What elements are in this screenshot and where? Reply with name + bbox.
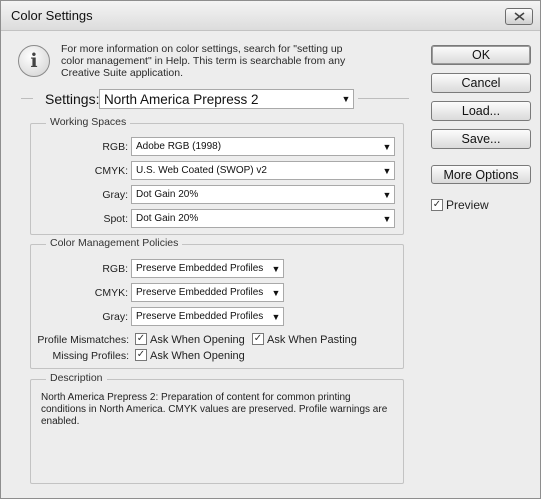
chevron-down-icon: ▼ [341, 94, 351, 104]
policy-cmyk-value: Preserve Embedded Profiles [136, 287, 264, 298]
window-title: Color Settings [11, 8, 93, 23]
policy-cmyk-dropdown[interactable]: Preserve Embedded Profiles ▼ [131, 283, 284, 302]
ws-cmyk-label: CMYK: [94, 165, 128, 177]
ws-gray-label: Gray: [102, 189, 128, 201]
ws-rgb-label: RGB: [102, 141, 128, 153]
mismatch-ask-pasting-checkbox[interactable]: ✓ [252, 333, 264, 345]
mismatch-ask-opening-checkbox[interactable]: ✓ [135, 333, 147, 345]
info-message: For more information on color settings, … [61, 43, 381, 79]
load-button[interactable]: Load... [431, 101, 531, 121]
working-spaces-title: Working Spaces [46, 116, 131, 128]
ws-gray-dropdown[interactable]: Dot Gain 20% ▼ [131, 185, 395, 204]
ws-spot-label: Spot: [103, 213, 128, 225]
settings-label: Settings: [45, 91, 100, 107]
ok-button[interactable]: OK [431, 45, 531, 65]
chevron-down-icon: ▼ [271, 287, 281, 298]
description-line: conditions in North America. CMYK values… [41, 404, 388, 415]
info-line: For more information on color settings, … [61, 43, 343, 55]
ws-cmyk-dropdown[interactable]: U.S. Web Coated (SWOP) v2 ▼ [131, 161, 395, 180]
description-line: enabled. [41, 416, 80, 427]
info-icon: i [18, 45, 50, 77]
checkmark-icon: ✓ [253, 333, 263, 344]
preview-checkbox[interactable]: ✓ [431, 199, 443, 211]
missing-ask-opening-label: Ask When Opening [150, 350, 245, 362]
policy-rgb-label: RGB: [102, 263, 128, 275]
policy-gray-dropdown[interactable]: Preserve Embedded Profiles ▼ [131, 307, 284, 326]
policy-cmyk-label: CMYK: [94, 287, 128, 299]
description-text: North America Prepress 2: Preparation of… [41, 392, 401, 428]
ws-rgb-dropdown[interactable]: Adobe RGB (1998) ▼ [131, 137, 395, 156]
info-line: Creative Suite application. [61, 67, 183, 79]
preview-label: Preview [446, 198, 489, 212]
missing-ask-opening-checkbox[interactable]: ✓ [135, 349, 147, 361]
color-settings-dialog: Color Settings i For more information on… [0, 0, 541, 499]
cancel-button[interactable]: Cancel [431, 73, 531, 93]
policies-title: Color Management Policies [46, 237, 183, 249]
policy-gray-label: Gray: [102, 311, 128, 323]
ws-cmyk-value: U.S. Web Coated (SWOP) v2 [136, 165, 267, 176]
chevron-down-icon: ▼ [382, 141, 392, 152]
description-title: Description [46, 372, 107, 384]
mismatch-ask-pasting-label: Ask When Pasting [267, 334, 357, 346]
title-bar: Color Settings [1, 1, 540, 31]
policy-gray-value: Preserve Embedded Profiles [136, 311, 264, 322]
chevron-down-icon: ▼ [382, 213, 392, 224]
close-icon [514, 12, 524, 21]
policy-rgb-dropdown[interactable]: Preserve Embedded Profiles ▼ [131, 259, 284, 278]
chevron-down-icon: ▼ [271, 311, 281, 322]
ws-spot-dropdown[interactable]: Dot Gain 20% ▼ [131, 209, 395, 228]
settings-value: North America Prepress 2 [104, 91, 259, 107]
ws-rgb-value: Adobe RGB (1998) [136, 141, 222, 152]
checkmark-icon: ✓ [136, 349, 146, 360]
profile-mismatches-label: Profile Mismatches: [37, 334, 129, 346]
chevron-down-icon: ▼ [271, 263, 281, 274]
checkmark-icon: ✓ [432, 199, 442, 210]
chevron-down-icon: ▼ [382, 165, 392, 176]
save-button[interactable]: Save... [431, 129, 531, 149]
policy-rgb-value: Preserve Embedded Profiles [136, 263, 264, 274]
ws-spot-value: Dot Gain 20% [136, 213, 199, 224]
description-line: North America Prepress 2: Preparation of… [41, 392, 351, 403]
checkmark-icon: ✓ [136, 333, 146, 344]
more-options-button[interactable]: More Options [431, 165, 531, 184]
settings-divider-left [21, 98, 33, 99]
close-button[interactable] [505, 8, 533, 25]
mismatch-ask-opening-label: Ask When Opening [150, 334, 245, 346]
ws-gray-value: Dot Gain 20% [136, 189, 199, 200]
missing-profiles-label: Missing Profiles: [52, 350, 129, 362]
chevron-down-icon: ▼ [382, 189, 392, 200]
settings-dropdown[interactable]: North America Prepress 2 ▼ [99, 89, 354, 109]
settings-divider-right [358, 98, 409, 99]
info-line: color management" in Help. This term is … [61, 55, 346, 67]
